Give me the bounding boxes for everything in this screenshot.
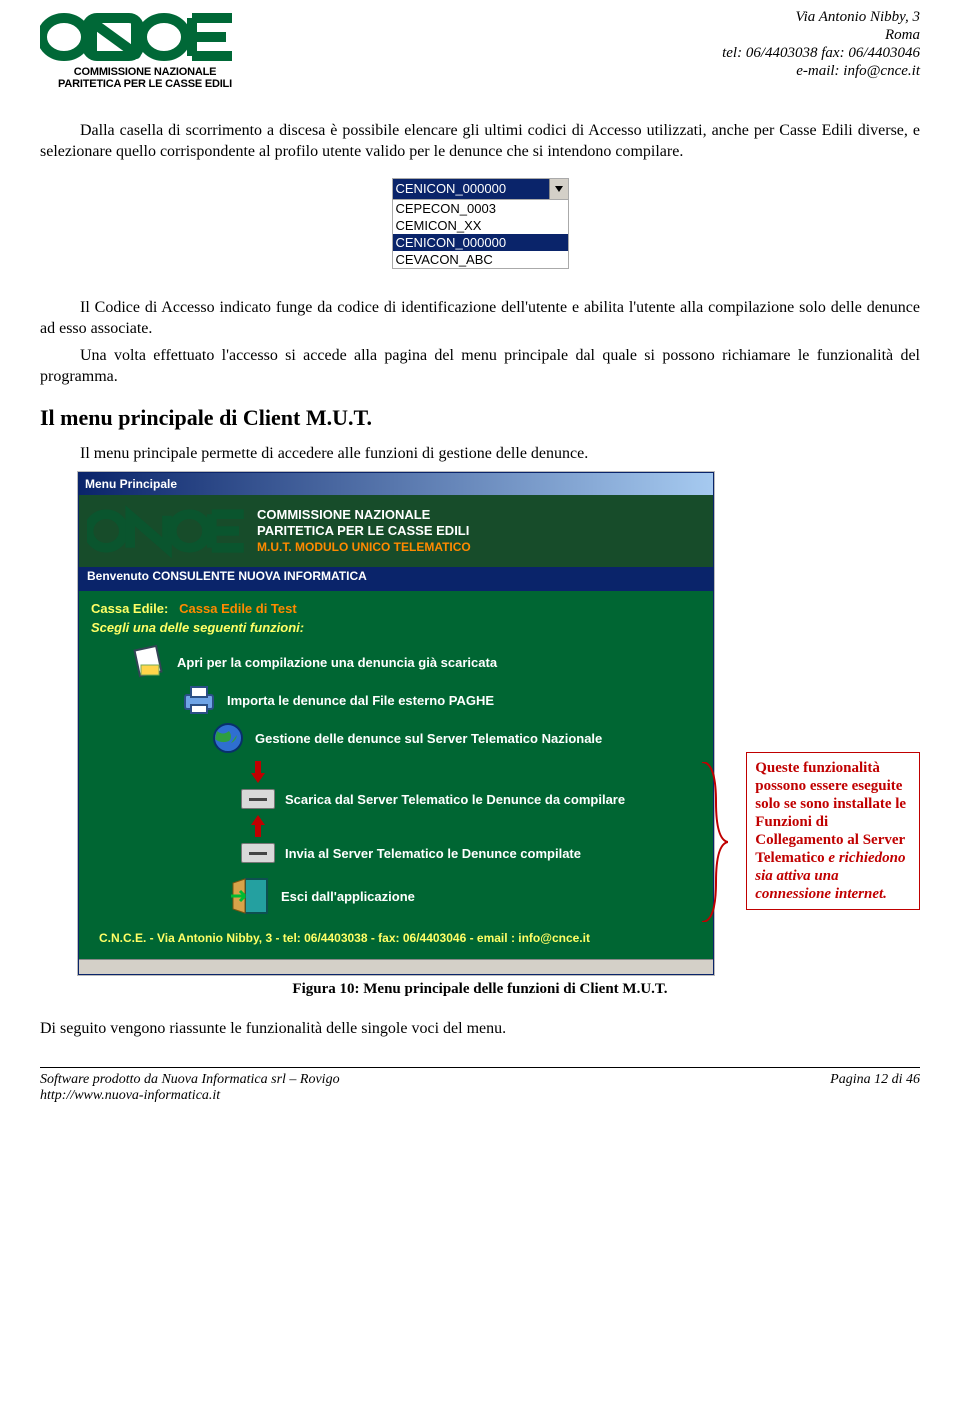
menu-item-open[interactable]: Apri per la compilazione una denuncia gi… (91, 645, 701, 679)
app-banner: COMMISSIONE NAZIONALE PARITETICA PER LE … (79, 495, 713, 567)
dropdown-selected-row[interactable]: CENICON_000000 (393, 179, 568, 200)
paragraph-4: Il menu principale permette di accedere … (40, 443, 920, 464)
globe-icon (211, 721, 245, 755)
addr-city: Roma (722, 26, 920, 44)
callout-box: Queste funzionalità possono essere esegu… (746, 752, 920, 910)
logo-caption-1: COMMISSIONE NAZIONALE (40, 66, 250, 78)
menu-label-import: Importa le denunce dal File esterno PAGH… (227, 693, 494, 708)
exit-door-icon (231, 877, 271, 915)
dropdown-item-3[interactable]: CEVACON_ABC (393, 251, 568, 268)
cnce-logo (40, 8, 240, 66)
dropdown-figure: CENICON_000000 CEPECON_0003 CEMICON_XX C… (392, 178, 569, 269)
figure-caption: Figura 10: Menu principale delle funzion… (40, 981, 920, 998)
drive-icon-2 (241, 843, 275, 863)
address-block: Via Antonio Nibby, 3 Roma tel: 06/440303… (722, 8, 920, 80)
page-footer: Software prodotto da Nuova Informatica s… (40, 1067, 920, 1104)
menu-body: Cassa Edile: Cassa Edile di Test Scegli … (79, 591, 713, 959)
menu-item-exit[interactable]: Esci dall'applicazione (91, 877, 701, 915)
banner-sub: M.U.T. MODULO UNICO TELEMATICO (257, 539, 471, 555)
arrow-up-icon (251, 815, 265, 837)
page-header: COMMISSIONE NAZIONALE PARITETICA PER LE … (40, 0, 920, 90)
section-title-menu: Il menu principale di Client M.U.T. (40, 405, 920, 431)
dropdown-item-1[interactable]: CEMICON_XX (393, 217, 568, 234)
arrow-down-1 (91, 761, 701, 783)
printer-icon (181, 685, 217, 715)
footer-page-number: Pagina 12 di 46 (830, 1072, 920, 1104)
arrow-down-icon (251, 761, 265, 783)
cassa-edile-line: Cassa Edile: Cassa Edile di Test (91, 601, 701, 616)
menu-label-download: Scarica dal Server Telematico le Denunce… (285, 792, 625, 807)
menu-label-manage: Gestione delle denunce sul Server Telema… (255, 731, 602, 746)
drive-icon (241, 789, 275, 809)
callout-brace (722, 472, 738, 975)
dropdown-item-2[interactable]: CENICON_000000 (393, 234, 568, 251)
addr-phones: tel: 06/4403038 fax: 06/4403046 (722, 44, 920, 62)
screenshot-with-callout: Menu Principale COMMISSIONE NAZIONALE PA… (40, 472, 920, 975)
ce-label: Cassa Edile: (91, 601, 168, 616)
open-document-icon (131, 645, 167, 679)
welcome-bar: Benvenuto CONSULENTE NUOVA INFORMATICA (79, 567, 713, 591)
footer-left: Software prodotto da Nuova Informatica s… (40, 1072, 340, 1104)
dropdown-item-0[interactable]: CEPECON_0003 (393, 200, 568, 217)
page: COMMISSIONE NAZIONALE PARITETICA PER LE … (0, 0, 960, 1124)
window-titlebar: Menu Principale (79, 473, 713, 495)
footer-url: http://www.nuova-informatica.it (40, 1088, 340, 1104)
paragraph-1: Dalla casella di scorrimento a discesa è… (40, 120, 920, 162)
menu-item-send[interactable]: Invia al Server Telematico le Denunce co… (91, 843, 701, 863)
paragraph-5: Di seguito vengono riassunte le funziona… (40, 1018, 920, 1039)
menu-item-download[interactable]: Scarica dal Server Telematico le Denunce… (91, 789, 701, 809)
choose-prompt: Scegli una delle seguenti funzioni: (91, 620, 701, 635)
banner-line2: PARITETICA PER LE CASSE EDILI (257, 523, 471, 539)
app-screenshot: Menu Principale COMMISSIONE NAZIONALE PA… (78, 472, 714, 975)
footer-producer: Software prodotto da Nuova Informatica s… (40, 1072, 340, 1088)
arrow-up-1 (91, 815, 701, 837)
menu-item-manage[interactable]: Gestione delle denunce sul Server Telema… (91, 721, 701, 755)
addr-street: Via Antonio Nibby, 3 (722, 8, 920, 26)
menu-label-exit: Esci dall'applicazione (281, 889, 415, 904)
paragraph-3: Una volta effettuato l'accesso si accede… (40, 345, 920, 387)
banner-line1: COMMISSIONE NAZIONALE (257, 507, 471, 523)
brace-icon (698, 762, 728, 922)
menu-label-open: Apri per la compilazione una denuncia gi… (177, 655, 497, 670)
menu-item-import[interactable]: Importa le denunce dal File esterno PAGH… (91, 685, 701, 715)
logo-block: COMMISSIONE NAZIONALE PARITETICA PER LE … (40, 8, 250, 90)
menu-label-send: Invia al Server Telematico le Denunce co… (285, 846, 581, 861)
window-title: Menu Principale (85, 477, 177, 491)
dropdown-selected-value: CENICON_000000 (393, 179, 549, 199)
window-statusbar (79, 959, 713, 974)
addr-email: e-mail: info@cnce.it (722, 62, 920, 80)
dropdown-arrow-icon[interactable] (549, 179, 568, 199)
app-banner-logo-icon (87, 503, 247, 559)
app-footer-contact: C.N.C.E. - Via Antonio Nibby, 3 - tel: 0… (91, 921, 701, 945)
ce-value: Cassa Edile di Test (179, 601, 297, 616)
paragraph-2: Il Codice di Accesso indicato funge da c… (40, 297, 920, 339)
logo-caption-2: PARITETICA PER LE CASSE EDILI (40, 78, 250, 90)
app-banner-text: COMMISSIONE NAZIONALE PARITETICA PER LE … (257, 507, 471, 555)
